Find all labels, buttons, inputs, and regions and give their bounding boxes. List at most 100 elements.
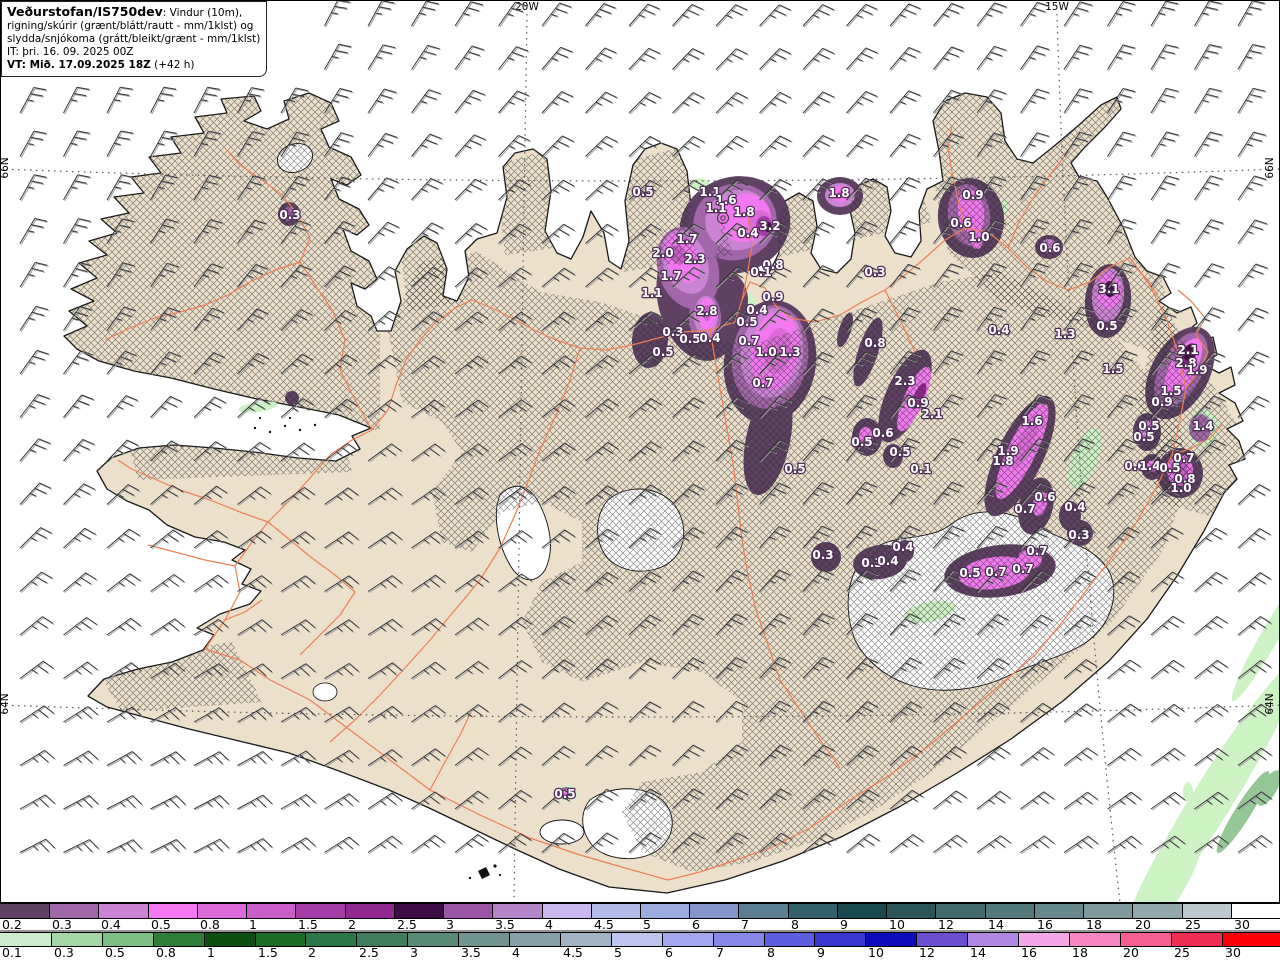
parallel-label: 64N [1264, 693, 1276, 714]
precip-value-label: 0.5 [1133, 430, 1154, 444]
precip-value-label: 0.9 [1151, 395, 1172, 409]
legend-valid-time: VT: Mið. 17.09.2025 18Z (+42 h) [7, 59, 195, 71]
colorbar-tick-label: 3.5 [495, 917, 515, 932]
colorbar-tick-label: 2.5 [397, 917, 417, 932]
precip-value-label: 0.3 [812, 548, 833, 562]
colorbar-tick-label: 30 [1225, 945, 1241, 960]
precip-value-label: 0.1 [750, 265, 771, 279]
legend-line-3: slydda/snjókoma (grátt/bleikt/grænt - mm… [7, 33, 261, 45]
legend-box: Veðurstofan/IS750dev: Vindur (10m), rign… [1, 1, 268, 77]
precip-value-label: 1.3 [779, 345, 800, 359]
precip-value-label: 2.3 [894, 374, 915, 388]
precip-value-label: 1.0 [1170, 481, 1191, 495]
precip-value-label: 1.7 [676, 232, 697, 246]
precip-value-label: 1.1 [641, 286, 662, 300]
colorbar-tick-label: 7 [741, 917, 749, 932]
precip-value-label: 0.5 [736, 315, 757, 329]
precip-value-label: 0.5 [784, 462, 805, 476]
precip-value-label: 2.3 [684, 252, 705, 266]
colorbar-tick-label: 4 [512, 945, 520, 960]
precip-value-label: 0.9 [762, 290, 783, 304]
precip-value-label: 0.5 [1096, 319, 1117, 333]
precip-value-label: 0.8 [864, 336, 885, 350]
precip-value-label: 1.8 [992, 454, 1013, 468]
colorbar-tick-label: 3.5 [461, 945, 481, 960]
colorbar-segment [886, 904, 935, 918]
colorbar-tick-label: 18 [1072, 945, 1088, 960]
precip-value-label: 0.5 [889, 445, 910, 459]
colorbar-tick-label: 7 [716, 945, 724, 960]
precip-value-label: 0.6 [950, 216, 971, 230]
precip-value-label: 0.3 [1068, 528, 1089, 542]
legend-line-2: rigning/skúrir (grænt/blátt/rautt - mm/1… [7, 20, 254, 32]
colorbar-tick-label: 10 [889, 917, 905, 932]
precip-value-label: 0.5 [652, 345, 673, 359]
colorbar-segment [246, 904, 295, 918]
colorbar-tick-label: 8 [767, 945, 775, 960]
colorbar-segment [1132, 904, 1182, 918]
precip-value-label: 0.4 [988, 323, 1009, 337]
colorbar-tick-label: 4.5 [563, 945, 583, 960]
precip-value-label: 0.1 [910, 462, 931, 476]
precip-value-label: 1.0 [755, 345, 776, 359]
weather-map-stage: 20W 15W 66N 66N 64N 64N 0.5 1.1 1.6 1.1 1.8 3.2 0.4… [0, 0, 1280, 960]
colorbar-tick-label: 0.2 [2, 917, 22, 932]
colorbar-tick-label: 2 [348, 917, 356, 932]
colorbar-segment [837, 904, 886, 918]
parallel-label: 64N [0, 693, 11, 714]
colorbar-tick-label: 20 [1135, 917, 1151, 932]
precip-value-label: 1.3 [1054, 327, 1075, 341]
precip-value-label: 3.2 [759, 219, 780, 233]
precip-value-label: 0.5 [632, 185, 653, 199]
precip-value-label: 0.4 [1064, 500, 1085, 514]
precip-value-label: 0.5 [554, 787, 575, 801]
precip-value-label: 0.4 [877, 554, 898, 568]
colorbar-segment [985, 904, 1034, 918]
colorbar-tick-label: 20 [1123, 945, 1139, 960]
colorbar-segment [1034, 904, 1083, 918]
precip-value-label: 0.7 [1014, 502, 1035, 516]
precip-value-label: 1.8 [733, 205, 754, 219]
precip-value-label: 0.5 [959, 566, 980, 580]
precip-value-label: 0.6 [1034, 490, 1055, 504]
colorbar-tick-label: 0.5 [151, 917, 171, 932]
precip-value-label: 0.4 [737, 226, 758, 240]
precip-value-label: 1.9 [1186, 363, 1207, 377]
colorbar-segment [492, 904, 542, 918]
colorbar-tick-label: 5 [643, 917, 651, 932]
colorbar-tick-label: 12 [938, 917, 954, 932]
colorbar-rain [0, 932, 1280, 947]
precip-value-label: 0.7 [1173, 451, 1194, 465]
precip-value-label: 0.3 [279, 208, 300, 222]
colorbar-tick-label: 3 [410, 945, 418, 960]
product-subtitle: : Vindur (10m), [162, 7, 243, 19]
precip-value-label: 0.7 [752, 376, 773, 390]
colorbar-tick-label: 8 [791, 917, 799, 932]
colorbar-segment [1231, 904, 1280, 918]
colorbar-tick-label: 0.4 [101, 917, 121, 932]
colorbar-sleet-snow-ticks: 0.2 0.3 0.4 0.5 0.8 1 1.5 2 2.5 3 3.5 4 4.5 5 6 7 8 9 10 12… [0, 917, 1280, 932]
precip-value-label: 0.5 [851, 435, 872, 449]
colorbar-segment [935, 904, 985, 918]
precip-value-label: 0.6 [1039, 241, 1060, 255]
precip-value-label: 2.0 [652, 246, 673, 260]
colorbar-segment [49, 904, 98, 918]
precip-value-label: 0.6 [872, 426, 893, 440]
colorbar-tick-label: 25 [1185, 917, 1201, 932]
colorbar-tick-label: 16 [1021, 945, 1037, 960]
colorbar-tick-label: 14 [988, 917, 1004, 932]
precip-value-label: 1.8 [828, 186, 849, 200]
colorbar-segment [295, 904, 345, 918]
colorbar-tick-label: 3 [446, 917, 454, 932]
precip-value-label: 0.5 [679, 332, 700, 346]
precip-value-label: 2.1 [921, 407, 942, 421]
colorbar-tick-label: 10 [868, 945, 884, 960]
colorbar-tick-label: 14 [970, 945, 986, 960]
colorbar-tick-label: 1.5 [258, 945, 278, 960]
precip-value-label: 2.1 [1177, 343, 1198, 357]
parallel-label: 66N [1264, 157, 1276, 178]
colorbar-tick-label: 6 [665, 945, 673, 960]
precip-value-label: 1.7 [660, 269, 681, 283]
precip-value-label: 1.6 [1021, 414, 1042, 428]
precip-value-label: 0.9 [962, 188, 983, 202]
